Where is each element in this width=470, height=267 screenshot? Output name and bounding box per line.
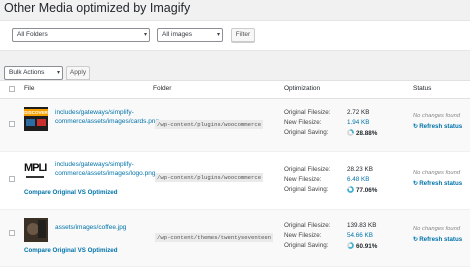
original-saving-value: 77.06% (347, 186, 377, 194)
refresh-status-link[interactable]: ↻Refresh status (413, 236, 462, 243)
saving-chart-icon (347, 129, 354, 136)
file-path-link[interactable]: assets/images/coffee.jpg (55, 223, 155, 232)
original-saving-label: Original Saving: (284, 129, 329, 136)
column-status: Status (413, 85, 432, 92)
table-row: MPLI includes/gateways/simplify-commerce… (0, 152, 470, 210)
refresh-status-label: Refresh status (419, 123, 463, 130)
media-table: File Folder Optimization Status DISCOVER… (0, 80, 470, 267)
original-filesize-value: 2.72 KB (347, 109, 370, 116)
new-filesize-value: 6.48 KB (347, 176, 370, 183)
file-thumbnail (24, 218, 48, 242)
saving-chart-icon (347, 242, 354, 249)
folder-path: /wp-content/plugins/woocommerce (155, 120, 264, 129)
file-thumbnail: DISCOVER (24, 107, 48, 131)
folders-select[interactable]: All Folders ▾ (12, 28, 150, 42)
type-select-value: All images (162, 31, 192, 38)
table-row: DISCOVER includes/gateways/simplify-comm… (0, 99, 470, 152)
filter-bar: All Folders ▾ All images ▾ Filter (0, 20, 470, 51)
saving-percent: 28.88% (356, 130, 378, 137)
original-saving-value: 60.91% (347, 242, 377, 250)
bulk-actions-value: Bulk Actions (9, 69, 45, 76)
row-checkbox[interactable] (9, 121, 15, 127)
file-path-link[interactable]: includes/gateways/simplify-commerce/asse… (55, 160, 155, 178)
original-saving-value: 28.88% (347, 129, 377, 137)
new-filesize-value: 1.94 KB (347, 119, 370, 126)
chevron-down-icon: ▾ (143, 32, 147, 38)
compare-link[interactable]: Compare Original VS Optimized (24, 189, 118, 196)
status-note: No changes found (413, 170, 461, 176)
type-select[interactable]: All images ▾ (157, 28, 223, 42)
original-filesize-value: 139.83 KB (347, 222, 377, 229)
refresh-icon: ↻ (413, 236, 419, 243)
new-filesize-label: New Filesize: (284, 176, 322, 183)
file-thumbnail: MPLI (24, 159, 48, 183)
page-title: Other Media optimized by Imagify (4, 1, 191, 15)
refresh-status-link[interactable]: ↻Refresh status (413, 123, 462, 130)
refresh-status-link[interactable]: ↻Refresh status (413, 180, 462, 187)
new-filesize-value: 54.66 KB (347, 232, 373, 239)
original-filesize-label: Original Filesize: (284, 222, 331, 229)
saving-percent: 60.91% (356, 243, 378, 250)
column-optimization: Optimization (284, 85, 321, 92)
thumbnail-label: DISCOVER (24, 109, 48, 116)
table-header: File Folder Optimization Status (0, 81, 470, 99)
compare-link[interactable]: Compare Original VS Optimized (24, 247, 118, 254)
saving-chart-icon (347, 186, 354, 193)
bulk-actions-select[interactable]: Bulk Actions ▾ (4, 66, 63, 80)
refresh-icon: ↻ (413, 123, 419, 130)
original-filesize-label: Original Filesize: (284, 109, 331, 116)
chevron-down-icon: ▾ (56, 70, 60, 76)
chevron-down-icon: ▾ (216, 32, 220, 38)
refresh-status-label: Refresh status (419, 180, 463, 187)
new-filesize-label: New Filesize: (284, 119, 322, 126)
original-filesize-value: 28.23 KB (347, 166, 373, 173)
folder-path: /wp-content/themes/twentyseventeen (155, 233, 274, 242)
refresh-icon: ↻ (413, 180, 419, 187)
column-file[interactable]: File (24, 85, 34, 92)
row-checkbox[interactable] (9, 176, 15, 182)
saving-percent: 77.06% (356, 187, 378, 194)
status-note: No changes found (413, 113, 461, 119)
new-filesize-label: New Filesize: (284, 232, 322, 239)
table-row: assets/images/coffee.jpg Compare Origina… (0, 210, 470, 267)
folder-path: /wp-content/plugins/woocommerce (155, 173, 264, 182)
column-folder: Folder (153, 85, 172, 92)
folders-select-value: All Folders (17, 31, 48, 38)
file-path-link[interactable]: includes/gateways/simplify-commerce/asse… (55, 108, 159, 126)
filter-button[interactable]: Filter (231, 28, 255, 42)
original-filesize-label: Original Filesize: (284, 166, 331, 173)
row-checkbox[interactable] (9, 230, 15, 236)
select-all-checkbox[interactable] (9, 86, 15, 92)
status-note: No changes found (413, 226, 461, 232)
apply-button[interactable]: Apply (66, 66, 90, 80)
original-saving-label: Original Saving: (284, 186, 329, 193)
refresh-status-label: Refresh status (419, 236, 463, 243)
thumbnail-label: MPLI (24, 162, 47, 174)
original-saving-label: Original Saving: (284, 242, 329, 249)
